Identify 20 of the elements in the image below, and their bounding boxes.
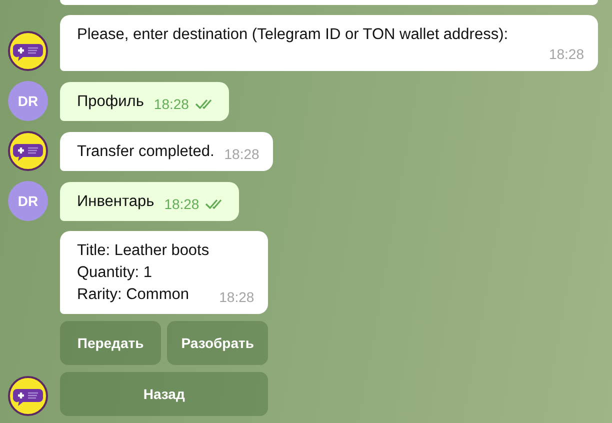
message-text: Title: Leather boots bbox=[77, 241, 210, 261]
message-time: 18:28 bbox=[219, 289, 254, 305]
keyboard-button[interactable]: Назад bbox=[60, 372, 268, 416]
message-text: Rarity: Common bbox=[77, 285, 190, 305]
bot-avatar-icon bbox=[8, 131, 48, 171]
message-time: 18:28 bbox=[224, 146, 260, 162]
user-avatar: DR bbox=[8, 81, 48, 121]
message-text: Quantity: 1 bbox=[77, 263, 153, 283]
keyboard-button[interactable]: Разобрать bbox=[167, 321, 268, 365]
message-time: 18:28 bbox=[548, 46, 584, 62]
keyboard-button[interactable]: Передать bbox=[60, 321, 162, 365]
bot-avatar-icon bbox=[8, 376, 48, 416]
message-time: 18:28 bbox=[164, 196, 200, 212]
message-time: 18:28 bbox=[154, 96, 189, 112]
message-text: Инвентарь bbox=[77, 192, 154, 212]
message-text: Transfer completed. bbox=[77, 142, 214, 162]
message-text: Please, enter destination (Telegram ID or TON wallet address): bbox=[77, 25, 510, 45]
bot-avatar-icon bbox=[8, 31, 48, 71]
user-avatar: DR bbox=[8, 181, 48, 221]
message-text: Профиль bbox=[77, 92, 144, 112]
